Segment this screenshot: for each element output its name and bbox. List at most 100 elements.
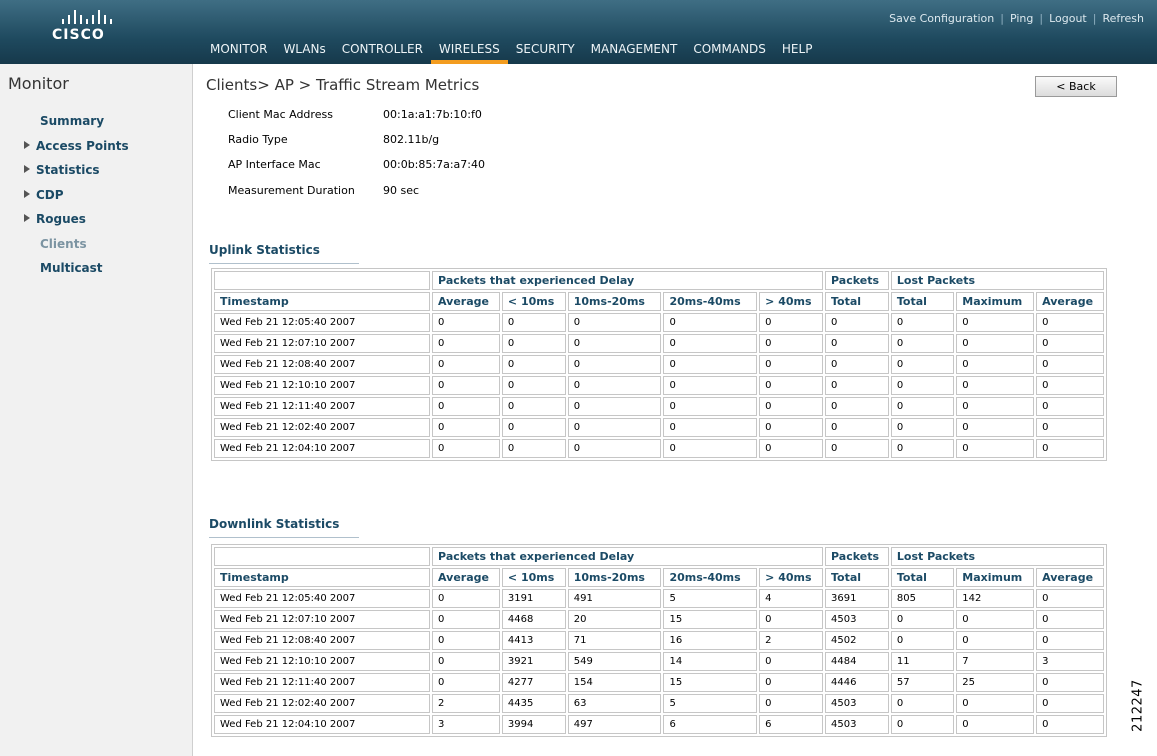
info-row-client-mac: Client Mac Address 00:1a:a1:7b:10:f0 [228,108,482,121]
table-cell: 154 [567,673,662,692]
table-cell: 4502 [825,631,889,650]
timestamp-cell: Wed Feb 21 12:08:40 2007 [214,631,431,650]
nav-commands[interactable]: COMMANDS [685,40,774,64]
nav-wireless[interactable]: WIRELESS [430,40,508,64]
table-cell: 57 [890,673,955,692]
table-row: Wed Feb 21 12:04:10 2007 0 0 0 0 0 0 0 0 0 [214,439,1104,458]
table-cell: 5 [663,694,758,713]
table-cell: 0 [1036,355,1104,374]
table-cell: 497 [567,715,662,734]
cisco-logo-bars-icon [62,10,132,24]
table-cell: 0 [1036,610,1104,629]
table-cell: 0 [663,418,758,437]
table-cell: 0 [1036,334,1104,353]
table-cell: 2 [432,694,500,713]
info-label: Radio Type [228,133,288,146]
table-cell: 0 [663,397,758,416]
sidebar-menu: Summary Access Points Statistics CDP Rog… [0,114,129,286]
table-row: Wed Feb 21 12:08:40 2007 0 0 0 0 0 0 0 0 0 [214,355,1104,374]
column-header: < 10ms [501,292,566,311]
sidebar-item-multicast[interactable]: Multicast [0,261,129,286]
table-cell: 0 [1036,589,1104,608]
table-cell: 0 [890,631,955,650]
column-header: Total [890,568,955,587]
table-cell: 805 [890,589,955,608]
table-cell: 0 [432,313,500,332]
table-cell: 0 [432,652,500,671]
sidebar-item-label: Access Points [36,138,129,153]
table-cell: 0 [956,631,1035,650]
table-cell: 0 [1036,673,1104,692]
table-cell: 0 [567,334,662,353]
timestamp-cell: Wed Feb 21 12:08:40 2007 [214,355,431,374]
main-nav: MONITOR WLANs CONTROLLER WIRELESS SECURI… [202,40,820,64]
info-row-radio-type: Radio Type 802.11b/g [228,133,439,146]
nav-help[interactable]: HELP [774,40,821,64]
group-header-lost: Lost Packets [890,271,1104,290]
expand-arrow-icon [24,189,30,198]
table-cell: 0 [501,376,566,395]
nav-wlans[interactable]: WLANs [275,40,333,64]
sidebar-item-cdp[interactable]: CDP [0,188,129,213]
timestamp-cell: Wed Feb 21 12:04:10 2007 [214,715,431,734]
logout-link[interactable]: Logout [1049,12,1087,25]
table-cell: 0 [501,439,566,458]
table-cell: 0 [432,334,500,353]
table-cell: 0 [567,418,662,437]
table-row: Wed Feb 21 12:07:10 2007 0 4468 20 15 0 4503 0 0… [214,610,1104,629]
table-cell: 0 [432,631,500,650]
table-cell: 0 [1036,439,1104,458]
link-separator: | [1000,12,1004,25]
table-cell: 0 [956,355,1035,374]
table-cell: 0 [825,397,889,416]
expand-arrow-icon [24,165,30,173]
column-header: < 10ms [501,568,566,587]
nav-monitor[interactable]: MONITOR [202,40,275,64]
sidebar-item-summary[interactable]: Summary [0,114,129,139]
refresh-link[interactable]: Refresh [1102,12,1144,25]
save-configuration-link[interactable]: Save Configuration [889,12,994,25]
timestamp-cell: Wed Feb 21 12:11:40 2007 [214,397,431,416]
sidebar-item-access-points[interactable]: Access Points [0,139,129,164]
table-cell: 0 [663,376,758,395]
nav-management[interactable]: MANAGEMENT [583,40,686,64]
group-header-delay: Packets that experienced Delay [432,547,823,566]
sidebar-item-clients[interactable]: Clients [0,237,129,262]
table-cell: 0 [1036,376,1104,395]
table-cell: 0 [432,439,500,458]
timestamp-cell: Wed Feb 21 12:10:10 2007 [214,652,431,671]
table-cell: 0 [663,334,758,353]
expand-arrow-icon [24,214,30,222]
table-cell: 15 [663,610,758,629]
column-header: 10ms-20ms [567,292,662,311]
table-cell: 0 [956,334,1035,353]
column-header: Average [1036,292,1104,311]
table-cell: 0 [825,334,889,353]
cisco-logo: CISCO [52,10,132,50]
table-cell: 3691 [825,589,889,608]
ping-link[interactable]: Ping [1010,12,1033,25]
column-header: Total [825,568,889,587]
table-cell: 0 [825,313,889,332]
sidebar-item-label: CDP [36,187,64,202]
table-cell: 3191 [501,589,566,608]
nav-controller[interactable]: CONTROLLER [334,40,431,64]
table-cell: 6 [663,715,758,734]
nav-security[interactable]: SECURITY [508,40,583,64]
table-cell: 25 [956,673,1035,692]
table-cell: 0 [432,397,500,416]
table-cell: 0 [432,589,500,608]
sidebar-item-statistics[interactable]: Statistics [0,163,129,188]
table-cell: 0 [759,376,823,395]
sidebar-item-rogues[interactable]: Rogues [0,212,129,237]
figure-id: 212247 [1128,666,1148,746]
info-value: 00:1a:a1:7b:10:f0 [383,108,482,121]
table-cell: 4503 [825,610,889,629]
table-cell: 0 [567,355,662,374]
link-separator: | [1039,12,1044,25]
column-header: Average [1036,568,1104,587]
table-cell: 0 [432,355,500,374]
back-button[interactable]: < Back [1035,76,1117,97]
timestamp-cell: Wed Feb 21 12:07:10 2007 [214,334,431,353]
table-cell: 0 [759,439,823,458]
